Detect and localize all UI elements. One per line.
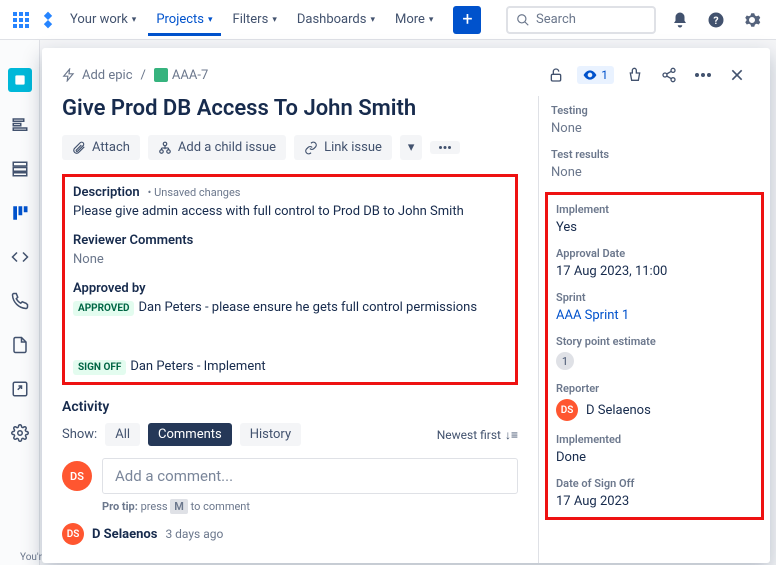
share-icon[interactable]: [656, 62, 682, 88]
testing-value[interactable]: None: [551, 121, 758, 136]
approved-label: Approved by: [73, 281, 507, 296]
issue-main: Give Prod DB Access To John Smith Attach…: [42, 96, 538, 563]
test-results-label: Test results: [551, 148, 758, 161]
implement-value[interactable]: Yes: [556, 220, 753, 235]
issue-details-panel: Testing None Test results None Implement Ye…: [538, 96, 770, 563]
approval-date-label: Approval Date: [556, 247, 753, 260]
sidebar-backlog-icon[interactable]: [9, 158, 31, 180]
sidebar-code-icon[interactable]: [9, 246, 31, 268]
epic-icon: [62, 68, 76, 82]
search-input[interactable]: Search: [506, 6, 656, 34]
date-signoff-value[interactable]: 17 Aug 2023: [556, 494, 753, 509]
create-button[interactable]: +: [453, 6, 481, 34]
sprint-label: Sprint: [556, 291, 753, 304]
sort-button[interactable]: Newest first↓≡: [437, 428, 518, 442]
commenter-name: D Selaenos: [92, 527, 157, 542]
comment-input[interactable]: Add a comment...: [102, 458, 518, 494]
add-epic-button[interactable]: Add epic: [62, 68, 133, 83]
link-dropdown-button[interactable]: ▾: [400, 135, 423, 160]
reporter-label: Reporter: [556, 382, 753, 395]
issue-title[interactable]: Give Prod DB Access To John Smith: [62, 96, 518, 121]
sidebar-oncall-icon[interactable]: [9, 290, 31, 312]
nav-projects[interactable]: Projects▾: [148, 3, 220, 36]
issue-modal: Add epic / AAA-7 1 Give Prod DB Access T…: [42, 48, 770, 563]
sidebar-pages-icon[interactable]: [9, 334, 31, 356]
nav-your-work[interactable]: Your work▾: [62, 6, 144, 33]
app-switcher-icon[interactable]: [12, 11, 30, 29]
more-actions-button[interactable]: [430, 141, 460, 154]
comment-time: 3 days ago: [165, 527, 223, 541]
test-results-value[interactable]: None: [551, 165, 758, 180]
side-highlight-box: Implement Yes Approval Date 17 Aug 2023, 1…: [545, 192, 764, 520]
reviewer-text[interactable]: None: [73, 252, 507, 267]
project-avatar[interactable]: [8, 68, 32, 92]
settings-icon[interactable]: [740, 8, 764, 32]
child-icon: [158, 141, 172, 155]
reviewer-label: Reviewer Comments: [73, 233, 507, 248]
more-icon[interactable]: [690, 62, 716, 88]
sidebar-board-icon[interactable]: [9, 202, 31, 224]
user-avatar: DS: [62, 461, 92, 491]
sidebar-shortcut-icon[interactable]: [9, 378, 31, 400]
implement-label: Implement: [556, 203, 753, 216]
sort-icon: ↓≡: [505, 428, 518, 442]
sidebar-settings-icon[interactable]: [9, 422, 31, 444]
signoff-badge: SIGN OFF: [73, 360, 126, 375]
reporter-avatar: DS: [556, 399, 578, 421]
top-nav: Your work▾ Projects▾ Filters▾ Dashboards…: [0, 0, 776, 40]
tab-comments[interactable]: Comments: [148, 423, 232, 446]
notifications-icon[interactable]: [668, 8, 692, 32]
sidebar-roadmap-icon[interactable]: [9, 114, 31, 136]
implemented-label: Implemented: [556, 433, 753, 446]
action-row: Attach Add a child issue Link issue ▾: [62, 135, 518, 160]
modal-header: Add epic / AAA-7 1: [42, 48, 770, 96]
description-highlight-box: Description• Unsaved changes Please give…: [62, 174, 518, 385]
link-button[interactable]: Link issue: [294, 135, 392, 160]
close-icon[interactable]: [724, 62, 750, 88]
reporter-value[interactable]: DS D Selaenos: [556, 399, 753, 421]
nav-filters[interactable]: Filters▾: [225, 6, 285, 33]
left-sidebar: [0, 40, 40, 565]
breadcrumb-separator: /: [141, 68, 146, 83]
implemented-value[interactable]: Done: [556, 450, 753, 465]
add-child-button[interactable]: Add a child issue: [148, 135, 286, 160]
tab-all[interactable]: All: [105, 423, 140, 446]
approved-text[interactable]: APPROVEDDan Peters - please ensure he ge…: [73, 300, 507, 315]
protip: Pro tip: press M to comment: [102, 500, 518, 513]
link-icon: [304, 141, 318, 155]
chevron-down-icon: ▾: [408, 140, 415, 155]
approval-date-value[interactable]: 17 Aug 2023, 11:00: [556, 264, 753, 279]
jira-logo-icon[interactable]: [38, 10, 58, 30]
sprint-value[interactable]: AAA Sprint 1: [556, 308, 753, 323]
past-comment[interactable]: DS D Selaenos 3 days ago: [62, 523, 518, 545]
activity-label: Activity: [62, 399, 518, 415]
story-points-label: Story point estimate: [556, 335, 753, 348]
lock-icon[interactable]: [543, 62, 569, 88]
tab-history[interactable]: History: [240, 423, 301, 446]
attach-button[interactable]: Attach: [62, 135, 140, 160]
story-points-value[interactable]: 1: [556, 352, 574, 370]
vote-icon[interactable]: [622, 62, 648, 88]
attach-icon: [72, 141, 86, 155]
svg-text:?: ?: [713, 13, 718, 26]
nav-dashboards[interactable]: Dashboards▾: [289, 6, 383, 33]
comment-row: DS Add a comment...: [62, 458, 518, 494]
show-label: Show:: [62, 427, 97, 442]
description-text[interactable]: Please give admin access with full contr…: [73, 204, 507, 219]
eye-icon: [583, 68, 597, 82]
search-icon: [516, 13, 530, 27]
approved-badge: APPROVED: [73, 301, 134, 316]
signoff-text[interactable]: SIGN OFFDan Peters - Implement: [73, 359, 507, 374]
unsaved-indicator: • Unsaved changes: [148, 186, 241, 199]
issue-key-link[interactable]: AAA-7: [154, 68, 208, 83]
activity-tabs: Show: All Comments History Newest first↓…: [62, 423, 518, 446]
help-icon[interactable]: ?: [704, 8, 728, 32]
nav-more[interactable]: More▾: [387, 6, 441, 33]
watch-button[interactable]: 1: [577, 66, 614, 84]
testing-label: Testing: [551, 104, 758, 117]
commenter-avatar: DS: [62, 523, 84, 545]
issue-type-icon: [154, 68, 168, 82]
date-signoff-label: Date of Sign Off: [556, 477, 753, 490]
description-label: Description• Unsaved changes: [73, 185, 507, 200]
